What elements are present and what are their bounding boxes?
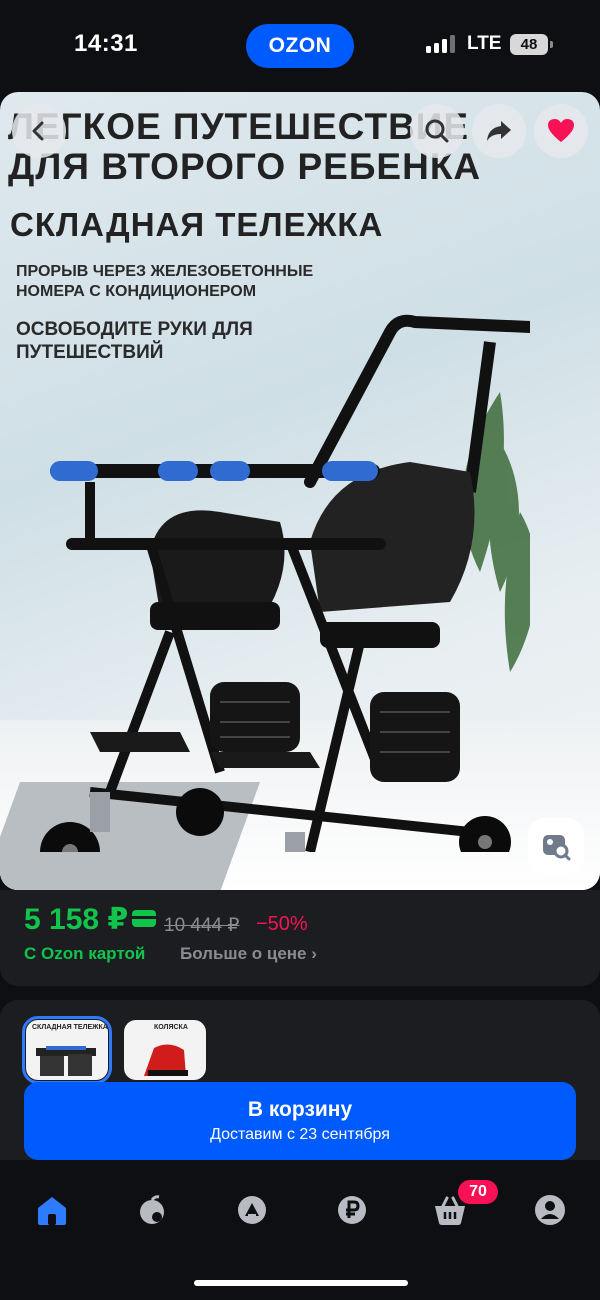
search-button[interactable] bbox=[410, 104, 464, 158]
current-price: 5 158 ₽ bbox=[24, 903, 129, 936]
add-to-cart-button[interactable]: В корзину Доставим с 23 сентября bbox=[24, 1082, 576, 1160]
status-time: 14:31 bbox=[74, 30, 138, 57]
favorite-button[interactable] bbox=[534, 104, 588, 158]
hero-subtext-1: ПРОРЫВ ЧЕРЕЗ ЖЕЛЕЗОБЕТОННЫЕ НОМЕРА С КОН… bbox=[16, 263, 314, 300]
image-search-icon bbox=[543, 835, 571, 861]
product-image[interactable]: ЛЕГКОЕ ПУТЕШЕСТВИЕ ДЛЯ ВТОРОГО РЕБЕНКА С… bbox=[0, 92, 600, 890]
headline-line-3: СКЛАДНАЯ ТЕЛЕЖКА bbox=[10, 206, 384, 243]
tab-home[interactable] bbox=[32, 1190, 72, 1230]
variant-title: СКЛАДНАЯ ТЕЛЕЖКА bbox=[32, 1024, 108, 1031]
add-to-cart-label: В корзину bbox=[247, 1098, 353, 1121]
stroller-illustration bbox=[40, 314, 530, 852]
app-screen: 14:31 OZON LTE 48 ЛЕГКОЕ ПУТЕШЕСТВИЕ ДЛЯ… bbox=[0, 0, 600, 1300]
more-price-link[interactable]: Больше о цене › bbox=[180, 944, 317, 964]
status-bar: 14:31 OZON LTE 48 bbox=[0, 0, 600, 90]
ozon-card-label: С Ozon картой bbox=[24, 944, 146, 963]
battery-level: 48 bbox=[520, 36, 538, 53]
tab-catalog[interactable] bbox=[132, 1190, 172, 1230]
share-icon bbox=[487, 121, 511, 141]
image-search-button[interactable] bbox=[528, 818, 584, 874]
back-button[interactable] bbox=[12, 104, 66, 158]
discount-badge: −50% bbox=[256, 913, 308, 935]
tab-profile[interactable] bbox=[530, 1190, 570, 1230]
tab-ruble[interactable] bbox=[332, 1190, 372, 1230]
more-price-label: Больше о цене bbox=[180, 944, 307, 963]
cart-count-badge: 70 bbox=[458, 1180, 498, 1204]
card-icon bbox=[132, 910, 156, 927]
catalog-icon bbox=[140, 1195, 164, 1224]
ozon-pill-label: OZON bbox=[268, 34, 332, 57]
battery-icon: 48 bbox=[510, 34, 553, 55]
headline-line-2: ДЛЯ ВТОРОГО РЕБЕНКА bbox=[8, 146, 482, 187]
heart-icon bbox=[548, 119, 574, 142]
delivery-date: Доставим с 23 сентября bbox=[210, 1126, 390, 1143]
share-button[interactable] bbox=[472, 104, 526, 158]
variant-title: КОЛЯСКА bbox=[154, 1024, 188, 1031]
chevron-right-icon: › bbox=[311, 944, 317, 963]
variant-thumb[interactable]: КОЛЯСКА bbox=[124, 1020, 206, 1080]
ruble-icon bbox=[338, 1196, 366, 1224]
price-section: 5 158 ₽ 10 444 ₽ −50% С Ozon картой Боль… bbox=[0, 890, 600, 986]
home-indicator[interactable] bbox=[194, 1280, 408, 1286]
headline-line-1: ЛЕГКОЕ ПУТЕШЕСТВИЕ bbox=[8, 106, 470, 147]
search-icon bbox=[425, 119, 449, 143]
favorites-icon bbox=[238, 1196, 266, 1224]
profile-icon bbox=[535, 1195, 565, 1225]
tab-favorites[interactable] bbox=[232, 1190, 272, 1230]
variant-thumb[interactable]: СКЛАДНАЯ ТЕЛЕЖКА bbox=[22, 1016, 112, 1084]
hero-subtext-2: ОСВОБОДИТЕ РУКИ ДЛЯ ПУТЕШЕСТВИЙ bbox=[16, 319, 253, 363]
back-icon bbox=[32, 121, 44, 141]
home-icon bbox=[38, 1197, 66, 1225]
ozon-app-pill[interactable]: OZON bbox=[246, 24, 354, 68]
network-label: LTE bbox=[467, 33, 502, 54]
signal-icon bbox=[426, 35, 455, 53]
old-price: 10 444 ₽ bbox=[164, 915, 240, 936]
